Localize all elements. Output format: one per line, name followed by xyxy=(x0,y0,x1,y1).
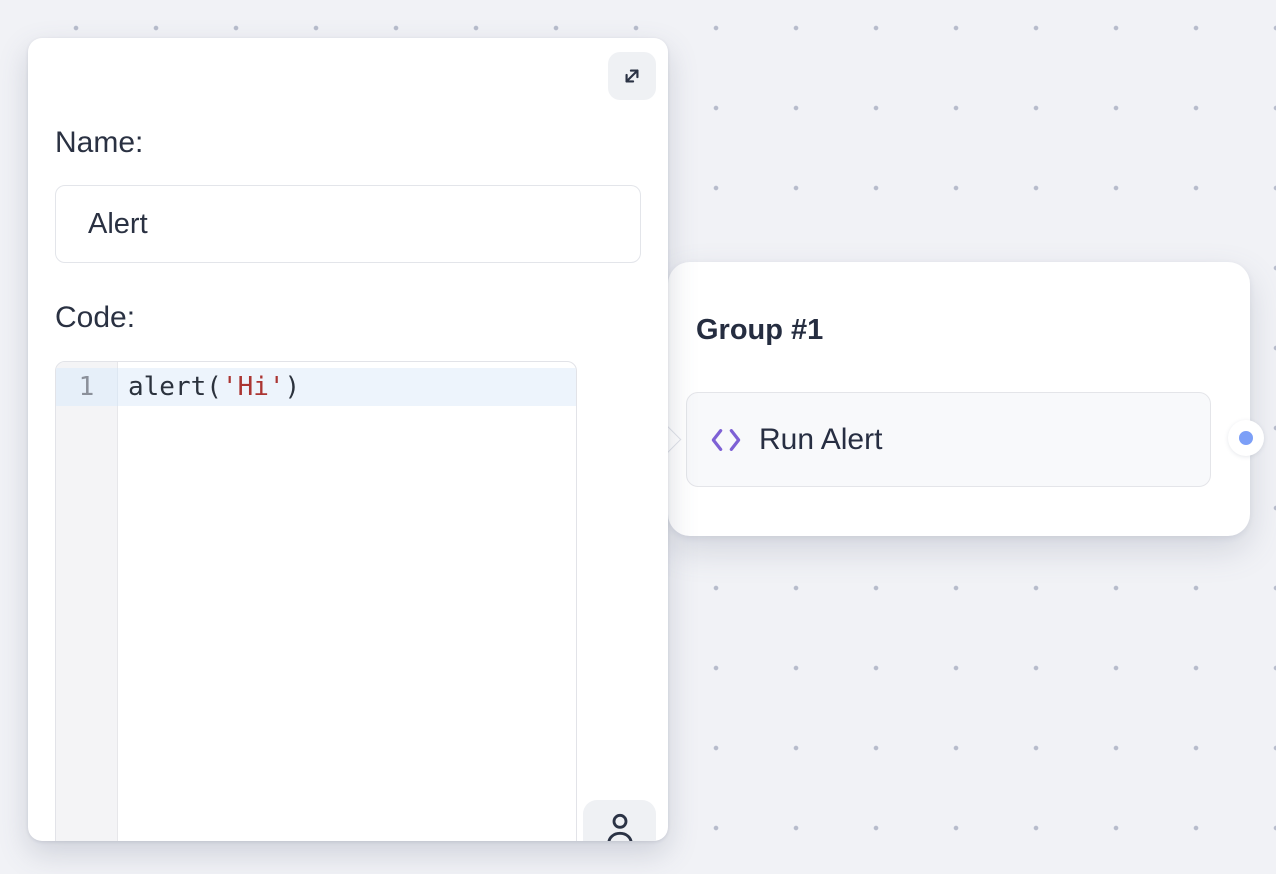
expand-diagonal-icon xyxy=(619,63,645,89)
code-label: Code: xyxy=(55,297,135,338)
editor-gutter xyxy=(56,362,118,841)
code-editor[interactable]: 1 alert('Hi') xyxy=(55,361,577,841)
output-connector[interactable] xyxy=(1228,420,1264,456)
node-label: Run Alert xyxy=(759,423,882,457)
code-token-function: alert( xyxy=(128,372,222,402)
name-input[interactable] xyxy=(55,185,641,263)
code-token-string: 'Hi' xyxy=(222,372,285,402)
person-icon xyxy=(600,808,640,841)
profile-button[interactable] xyxy=(583,800,656,841)
line-number: 1 xyxy=(56,368,118,406)
expand-button[interactable] xyxy=(608,52,656,100)
group-title: Group #1 xyxy=(696,310,823,350)
node-config-panel: Name: Code: 1 alert('Hi') xyxy=(28,38,668,841)
flow-canvas[interactable]: Group #1 Run Alert Name: Co xyxy=(0,0,1276,874)
node-run-alert[interactable]: Run Alert xyxy=(686,392,1211,487)
group-card: Group #1 Run Alert xyxy=(668,262,1250,536)
code-line: alert('Hi') xyxy=(128,368,300,406)
code-brackets-icon xyxy=(710,426,742,454)
connector-ring-icon xyxy=(1239,431,1253,445)
name-label: Name: xyxy=(55,122,143,163)
code-token-close: ) xyxy=(285,372,301,402)
